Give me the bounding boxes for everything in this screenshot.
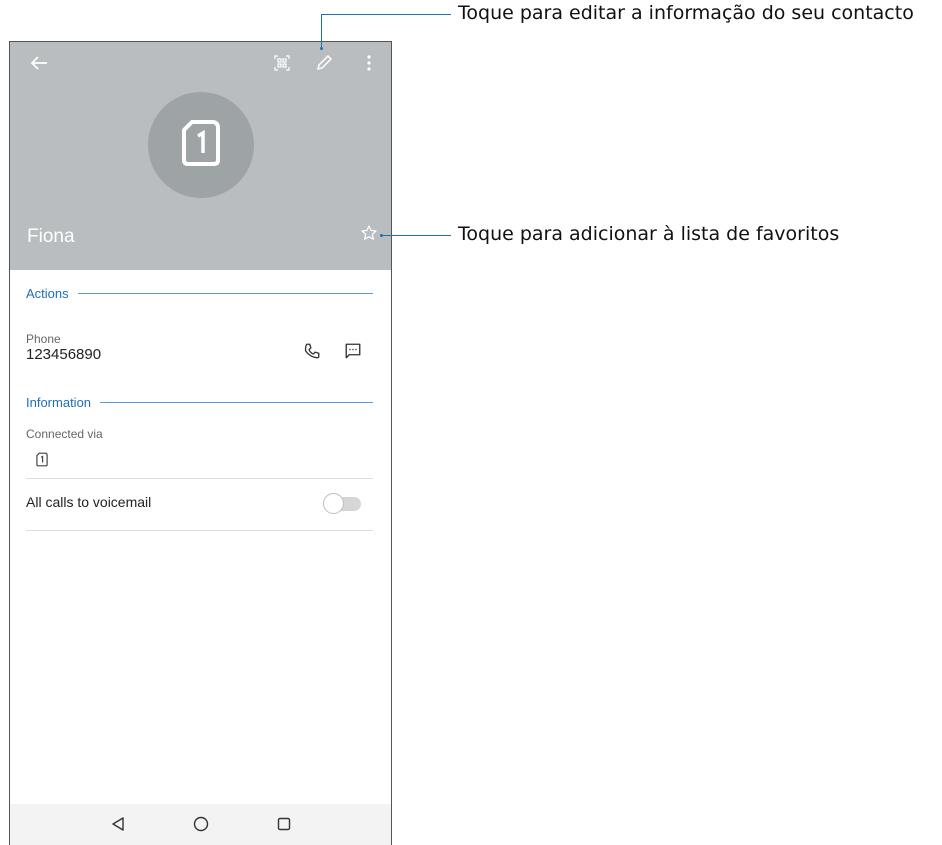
qr-code-icon — [274, 54, 290, 76]
phone-icon — [303, 342, 321, 365]
section-divider-line — [77, 293, 373, 294]
nav-recents-square-icon — [277, 817, 291, 836]
edit-callout-leader-horizontal — [321, 14, 451, 15]
nav-home-button[interactable] — [187, 812, 215, 840]
information-section-header: Information — [26, 395, 373, 410]
message-button[interactable] — [337, 337, 369, 369]
actions-section-label: Actions — [26, 286, 69, 301]
sim-card-1-icon — [181, 119, 221, 172]
nav-recents-button[interactable] — [270, 812, 298, 840]
call-button[interactable] — [296, 337, 328, 369]
edit-callout-leader-vertical — [321, 14, 322, 48]
phone-label: Phone — [26, 332, 61, 346]
favorite-callout-leader — [382, 235, 451, 236]
star-outline-icon — [360, 224, 378, 247]
row-divider — [26, 530, 373, 531]
information-section-label: Information — [26, 395, 92, 410]
system-navigation-bar — [10, 804, 391, 845]
connected-via-label: Connected via — [26, 427, 103, 441]
contact-detail-screen: Fiona Actions Phone 123456890 Informatio… — [9, 41, 392, 845]
actions-section-header: Actions — [26, 286, 373, 301]
contact-name: Fiona — [27, 226, 75, 247]
row-divider — [26, 478, 373, 479]
nav-back-triangle-icon — [111, 816, 125, 836]
contact-header: Fiona — [10, 42, 391, 270]
section-divider-line — [100, 402, 373, 403]
message-icon — [344, 342, 362, 365]
contact-avatar — [148, 92, 254, 198]
voicemail-toggle[interactable] — [323, 493, 363, 515]
back-button[interactable] — [23, 49, 55, 81]
voicemail-label: All calls to voicemail — [26, 494, 152, 510]
edit-callout-text: Toque para editar a informação do seu co… — [458, 2, 914, 24]
pencil-icon — [316, 54, 333, 76]
nav-home-circle-icon — [193, 816, 209, 837]
favorite-callout-text: Toque para adicionar à lista de favorito… — [458, 223, 840, 245]
edit-contact-button[interactable] — [308, 49, 340, 81]
phone-number[interactable]: 123456890 — [26, 346, 101, 363]
sim-card-1-icon — [36, 452, 48, 472]
edit-callout-dot — [320, 47, 323, 50]
favorite-callout-dot — [380, 234, 383, 237]
toggle-knob — [323, 493, 344, 514]
nav-back-button[interactable] — [104, 812, 132, 840]
qr-code-button[interactable] — [266, 49, 298, 81]
arrow-left-icon — [30, 55, 48, 76]
more-options-button[interactable] — [353, 49, 385, 81]
more-vertical-icon — [367, 54, 371, 76]
